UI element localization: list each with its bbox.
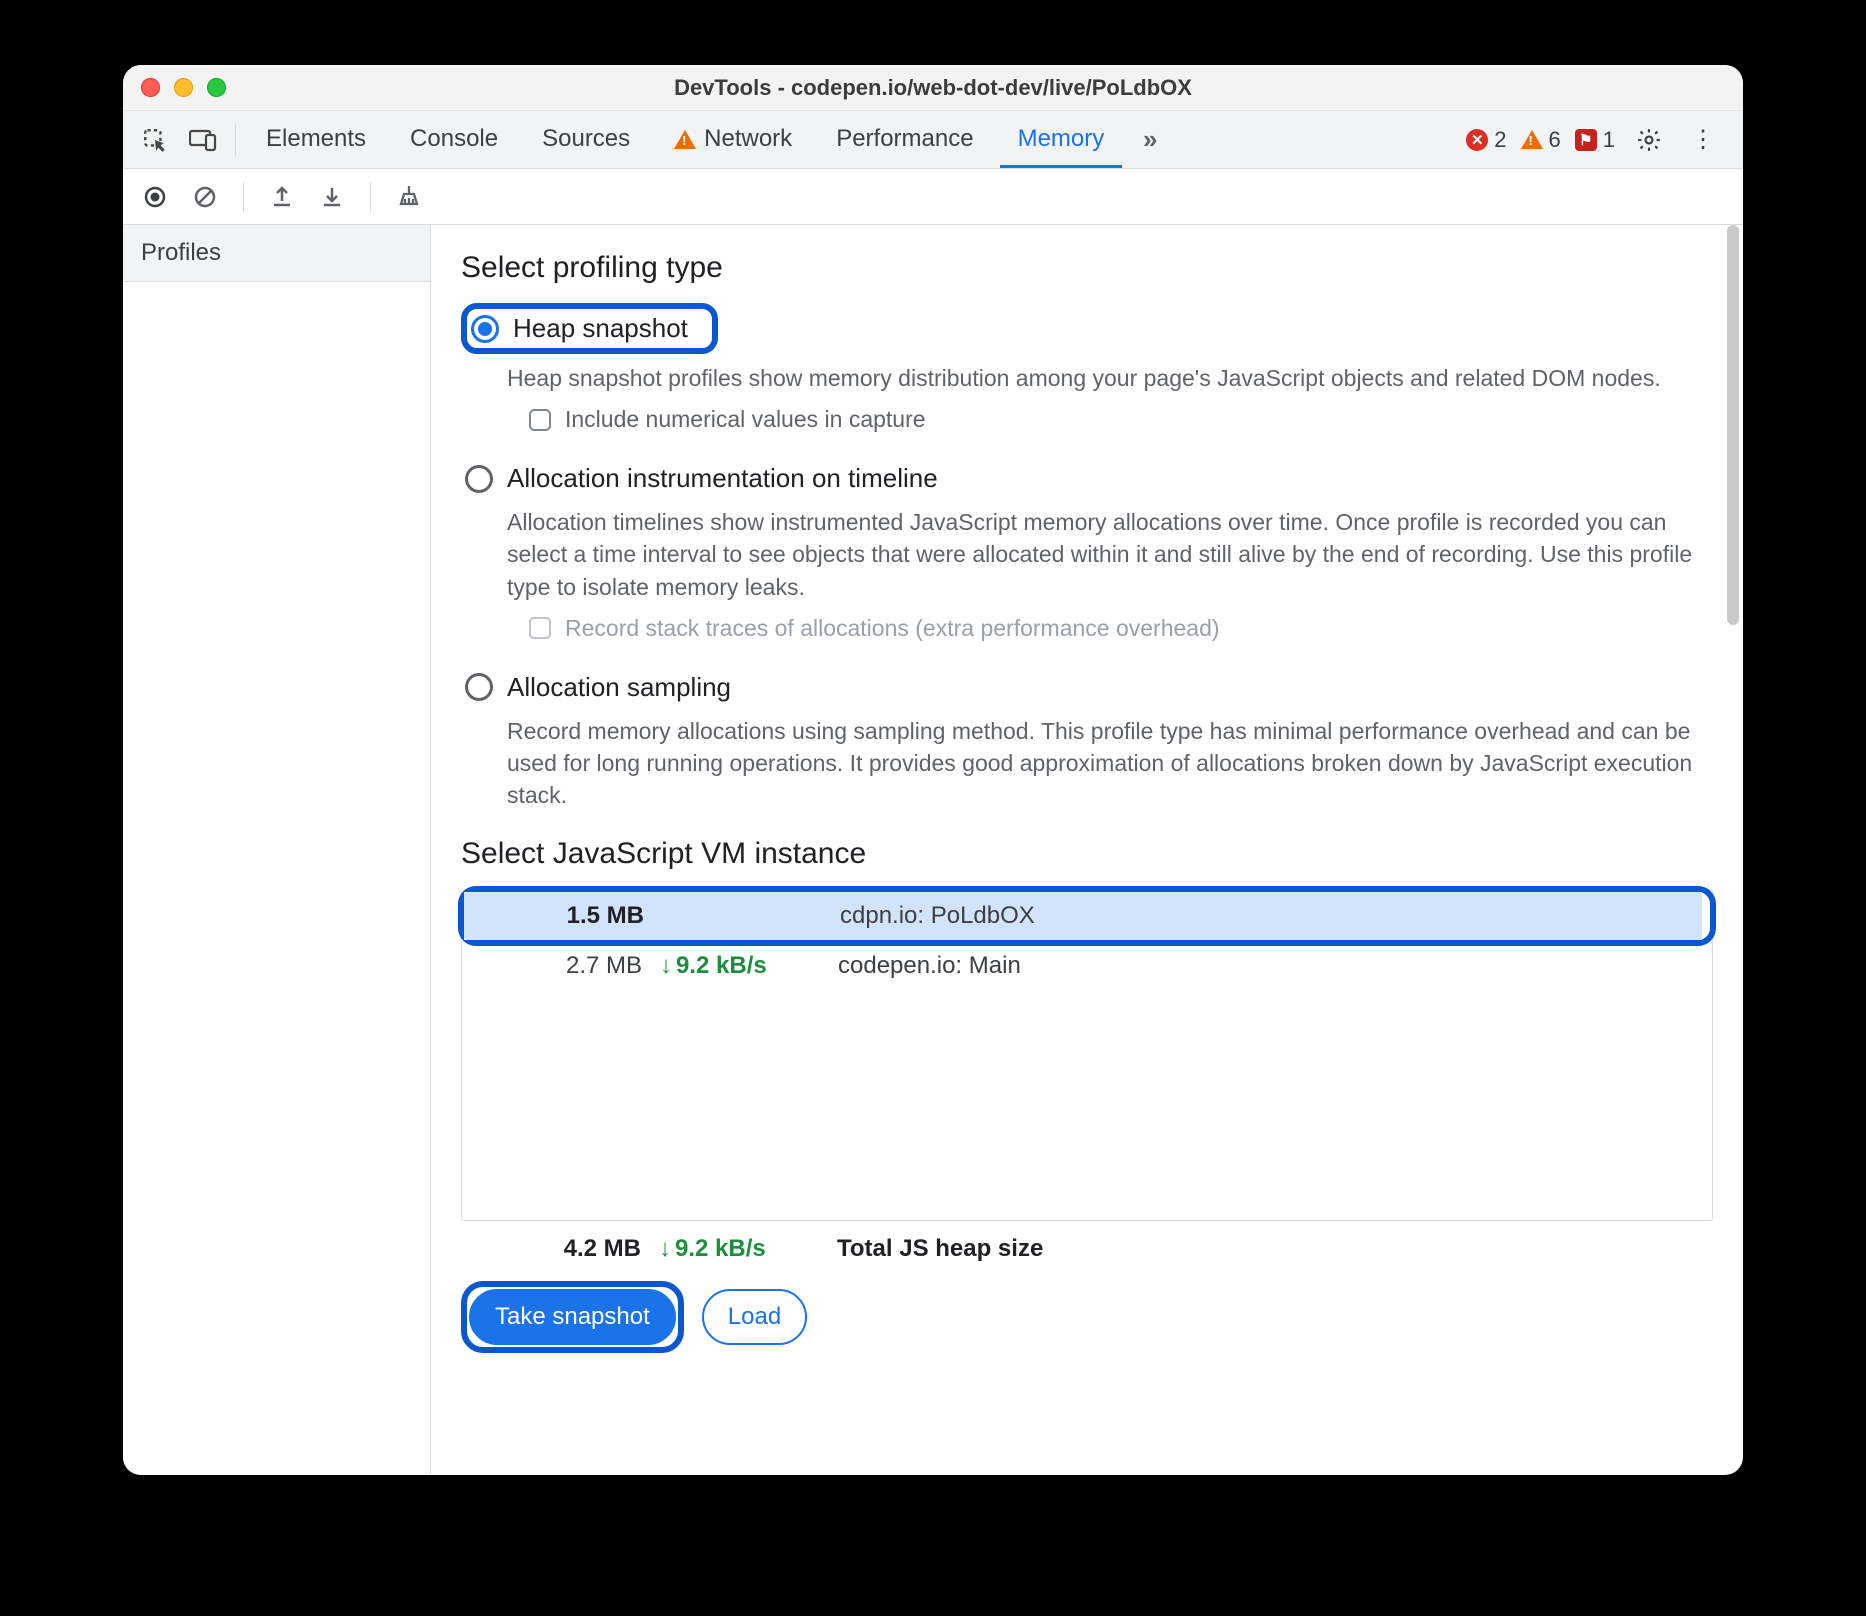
sidebar-header: Profiles [123,225,430,282]
total-rate: ↓ 9.2 kB/s [659,1235,829,1263]
device-toolbar-icon[interactable] [183,120,223,160]
arrow-down-icon: ↓ [660,952,672,980]
warnings-badge[interactable]: 6 [1521,127,1561,153]
error-icon: ✕ [1466,129,1488,151]
checkbox-label: Record stack traces of allocations (extr… [565,615,1220,642]
tab-memory[interactable]: Memory [1000,111,1123,168]
highlight-ring: Take snapshot [461,1281,684,1353]
tab-performance[interactable]: Performance [818,111,991,168]
issues-badge[interactable]: ⚑ 1 [1575,127,1615,153]
vm-size: 2.7 MB [482,952,652,980]
radio-allocation-timeline[interactable]: Allocation instrumentation on timeline [461,459,1713,498]
record-icon[interactable] [137,179,173,215]
window-title: DevTools - codepen.io/web-dot-dev/live/P… [123,75,1743,101]
devtools-window: DevTools - codepen.io/web-dot-dev/live/P… [123,65,1743,1475]
radio-heap-snapshot[interactable]: Heap snapshot [467,309,698,348]
vm-row[interactable]: 1.5 MB cdpn.io: PoLdbOX [464,892,1702,940]
tab-label: Network [704,125,792,153]
vm-size: 1.5 MB [484,902,654,930]
highlight-ring: 1.5 MB cdpn.io: PoLdbOX [458,886,1716,946]
section-vm-instance: Select JavaScript VM instance [461,837,1713,871]
kebab-menu-icon[interactable]: ⋮ [1683,120,1723,160]
export-icon[interactable] [264,179,300,215]
option-description: Allocation timelines show instrumented J… [507,506,1713,603]
error-count: 2 [1494,127,1506,153]
option-label: Allocation sampling [507,672,731,703]
scrollbar[interactable] [1727,225,1739,625]
total-label: Total JS heap size [837,1235,1693,1263]
close-window-button[interactable] [141,78,160,97]
minimize-window-button[interactable] [174,78,193,97]
rate-value: 9.2 kB/s [675,1235,766,1263]
option-label: Allocation instrumentation on timeline [507,463,938,494]
option-allocation-sampling: Allocation sampling Record memory alloca… [461,668,1713,812]
main-tabs: Elements Console Sources Network Perform… [123,111,1743,169]
vm-origin: cdpn.io: PoLdbOX [840,902,1682,930]
vm-row[interactable]: 2.7 MB ↓ 9.2 kB/s codepen.io: Main [462,942,1712,990]
titlebar: DevTools - codepen.io/web-dot-dev/live/P… [123,65,1743,111]
highlight-ring: Heap snapshot [461,303,718,354]
vm-rate: ↓ 9.2 kB/s [660,952,830,980]
tab-elements[interactable]: Elements [248,111,384,168]
take-snapshot-button[interactable]: Take snapshot [469,1289,676,1345]
radio-icon [471,315,499,343]
option-heap-snapshot: Heap snapshot Heap snapshot profiles sho… [461,303,1713,433]
settings-icon[interactable] [1629,120,1669,160]
option-description: Heap snapshot profiles show memory distr… [507,362,1713,394]
footer-buttons: Take snapshot Load [461,1281,1713,1353]
errors-badge[interactable]: ✕ 2 [1466,127,1506,153]
clear-icon[interactable] [187,179,223,215]
tab-console[interactable]: Console [392,111,516,168]
more-tabs-icon[interactable]: » [1130,120,1170,160]
memory-panel: Select profiling type Heap snapshot Heap… [431,225,1743,1475]
vm-origin: codepen.io: Main [838,952,1692,980]
checkbox-stack-traces: Record stack traces of allocations (extr… [529,615,1713,642]
checkbox-icon [529,409,551,431]
total-size: 4.2 MB [481,1235,651,1263]
issue-flag-icon: ⚑ [1575,129,1597,151]
profiles-sidebar: Profiles [123,225,431,1475]
warning-count: 6 [1549,127,1561,153]
checkbox-label: Include numerical values in capture [565,406,926,433]
vm-instance-table: 1.5 MB cdpn.io: PoLdbOX 2.7 MB ↓ 9.2 kB/… [461,889,1713,1221]
option-allocation-timeline: Allocation instrumentation on timeline A… [461,459,1713,642]
issue-count: 1 [1603,127,1615,153]
radio-icon [465,465,493,493]
memory-toolbar [123,169,1743,225]
separator [370,182,371,212]
zoom-window-button[interactable] [207,78,226,97]
option-description: Record memory allocations using sampling… [507,715,1713,812]
import-icon[interactable] [314,179,350,215]
gc-broom-icon[interactable] [391,179,427,215]
checkbox-include-numerical[interactable]: Include numerical values in capture [529,406,1713,433]
warning-icon [674,130,696,149]
divider [235,123,236,157]
tab-network[interactable]: Network [656,111,810,168]
checkbox-icon [529,617,551,639]
vm-summary: 4.2 MB ↓ 9.2 kB/s Total JS heap size [461,1221,1713,1273]
inspect-element-icon[interactable] [135,120,175,160]
radio-icon [465,673,493,701]
arrow-down-icon: ↓ [659,1235,671,1263]
warning-icon [1521,130,1543,149]
section-profiling-type: Select profiling type [461,251,1713,285]
traffic-lights [141,78,226,97]
load-button[interactable]: Load [702,1289,807,1345]
tab-sources[interactable]: Sources [524,111,648,168]
rate-value: 9.2 kB/s [676,952,767,980]
separator [243,182,244,212]
radio-allocation-sampling[interactable]: Allocation sampling [461,668,1713,707]
option-label: Heap snapshot [513,313,688,344]
